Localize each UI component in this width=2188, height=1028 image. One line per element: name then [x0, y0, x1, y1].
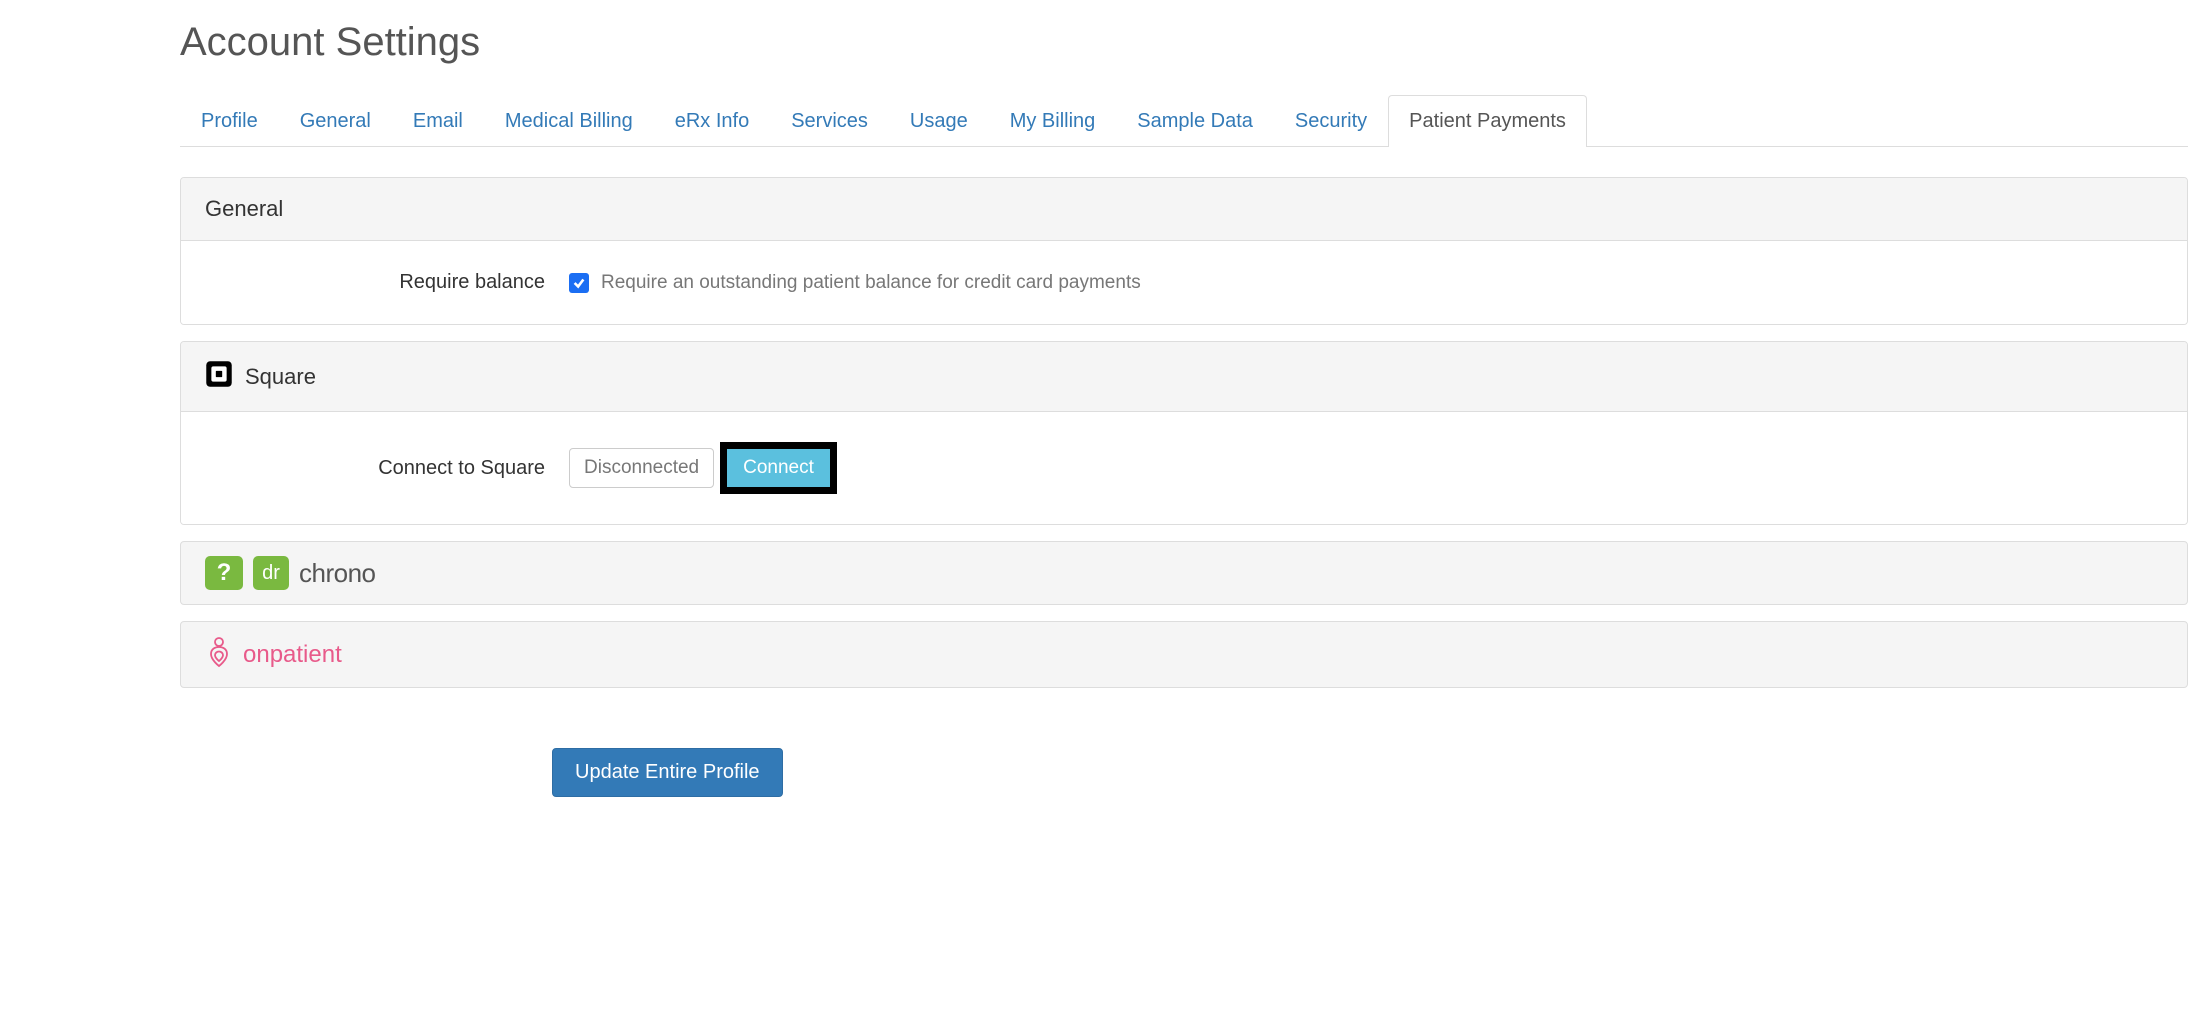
tab-sample-data[interactable]: Sample Data: [1116, 95, 1274, 147]
page-title: Account Settings: [180, 20, 2188, 65]
chrono-text: chrono: [299, 558, 376, 589]
onpatient-text: onpatient: [243, 641, 342, 669]
general-panel-header: General: [181, 178, 2187, 241]
tab-services[interactable]: Services: [770, 95, 889, 147]
tab-my-billing[interactable]: My Billing: [989, 95, 1117, 147]
square-section-title: Square: [245, 364, 316, 390]
require-balance-checkbox[interactable]: [569, 273, 589, 293]
connect-to-square-label: Connect to Square: [205, 457, 545, 480]
tab-email[interactable]: Email: [392, 95, 484, 147]
square-icon: [205, 360, 233, 393]
onpatient-panel[interactable]: onpatient: [180, 621, 2188, 688]
drchrono-logo: ? dr chrono: [205, 556, 376, 590]
question-icon: ?: [205, 556, 243, 590]
square-status-badge: Disconnected: [569, 448, 714, 488]
tab-bar: Profile General Email Medical Billing eR…: [180, 95, 2188, 147]
connect-button[interactable]: Connect: [720, 442, 837, 494]
require-balance-label: Require balance: [205, 271, 545, 294]
tab-usage[interactable]: Usage: [889, 95, 989, 147]
tab-security[interactable]: Security: [1274, 95, 1388, 147]
onpatient-logo: onpatient: [205, 636, 342, 673]
general-section-title: General: [205, 196, 283, 222]
tab-general[interactable]: General: [279, 95, 392, 147]
check-icon: [572, 276, 586, 290]
tab-patient-payments[interactable]: Patient Payments: [1388, 95, 1587, 147]
general-panel: General Require balance Require an outst…: [180, 177, 2188, 325]
tab-erx-info[interactable]: eRx Info: [654, 95, 770, 147]
square-panel: Square Connect to Square Disconnected Co…: [180, 341, 2188, 525]
update-entire-profile-button[interactable]: Update Entire Profile: [552, 748, 783, 797]
onpatient-icon: [205, 636, 233, 673]
drchrono-panel[interactable]: ? dr chrono: [180, 541, 2188, 605]
square-panel-header: Square: [181, 342, 2187, 412]
dr-logo-box: dr: [253, 556, 289, 590]
tab-profile[interactable]: Profile: [180, 95, 279, 147]
require-balance-help-text: Require an outstanding patient balance f…: [601, 272, 1141, 294]
tab-medical-billing[interactable]: Medical Billing: [484, 95, 654, 147]
